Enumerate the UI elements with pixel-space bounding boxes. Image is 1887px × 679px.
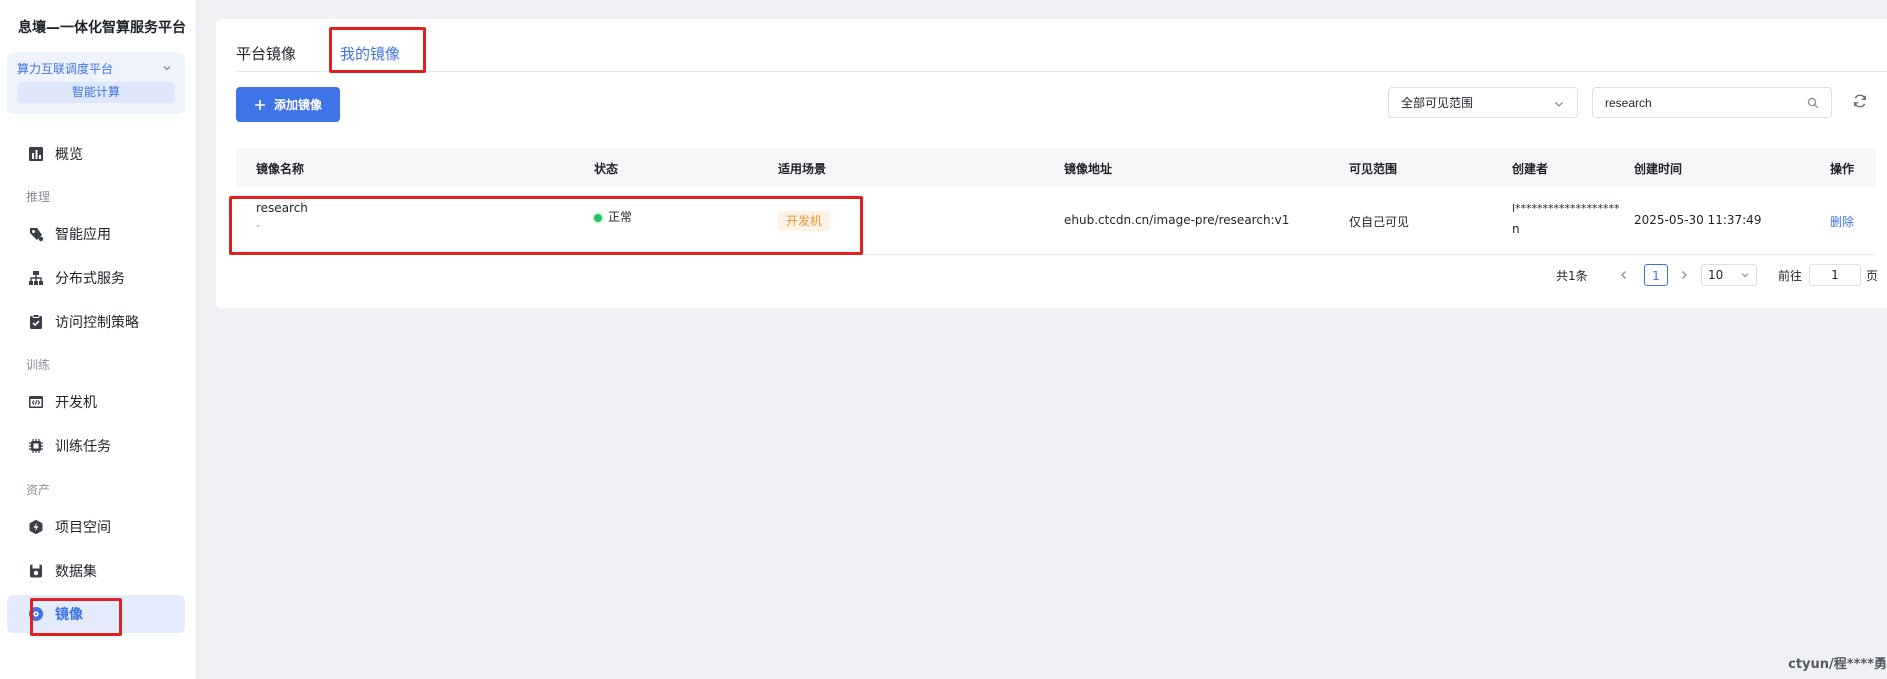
col-header-scene: 适用场景 [778, 162, 827, 176]
tab-divider [236, 71, 1887, 72]
scope-switcher[interactable]: 算力互联调度平台 智能计算 [7, 52, 185, 114]
col-header-creator: 创建者 [1512, 162, 1549, 176]
chevron-down-icon [1741, 273, 1749, 278]
watermark: ctyun/程****勇 [1788, 657, 1887, 672]
scope-label: 算力互联调度平台 [17, 62, 114, 76]
brand-title: 息壤—一体化智算服务平台 [18, 20, 186, 36]
sidebar-item-image[interactable]: 镜像 [7, 595, 185, 633]
plus-icon [254, 99, 265, 110]
visibility-value: 仅自己可见 [1349, 215, 1410, 229]
add-image-label: 添加镜像 [273, 98, 322, 112]
chevron-right-icon[interactable] [1678, 269, 1690, 281]
visibility-select-value: 全部可见范围 [1401, 96, 1474, 110]
page-number-current[interactable]: 1 [1644, 264, 1668, 286]
code-icon [28, 394, 44, 410]
status-dot-icon [594, 213, 602, 222]
dataset-icon [28, 563, 44, 579]
chevron-left-icon[interactable] [1618, 269, 1630, 281]
sidebar-item-label: 数据集 [55, 564, 97, 580]
chip-icon [28, 438, 44, 454]
page-size-select[interactable]: 10 [1701, 264, 1757, 286]
main-card: 平台镜像 我的镜像 添加镜像 全部可见范围 镜像名称 状态 适用场景 镜像地址 … [216, 19, 1887, 308]
image-icon [28, 606, 44, 622]
refresh-icon[interactable] [1852, 93, 1868, 109]
sidebar-item-distributed[interactable]: 分布式服务 [7, 259, 185, 297]
sidebar-item-label: 分布式服务 [55, 271, 125, 287]
col-header-status: 状态 [594, 162, 619, 176]
sidebar-item-project-space[interactable]: 项目空间 [7, 508, 185, 546]
col-header-address: 镜像地址 [1064, 162, 1113, 176]
sidebar-item-devbox[interactable]: 开发机 [7, 383, 185, 421]
search-box[interactable] [1592, 87, 1832, 118]
distributed-icon [28, 270, 44, 286]
scope-sub-option[interactable]: 智能计算 [18, 82, 174, 103]
created-time: 2025-05-30 11:37:49 [1634, 213, 1762, 227]
col-header-action: 操作 [1830, 162, 1855, 176]
pagination-total: 共1条 [1556, 269, 1588, 283]
status-text: 正常 [608, 210, 633, 224]
page-size-value: 10 [1708, 268, 1724, 282]
sidebar-item-label: 概览 [55, 147, 83, 163]
page-jump-input[interactable]: 1 [1809, 264, 1861, 286]
pagination-page-unit: 页 [1866, 269, 1879, 283]
nav-group-train: 训练 [26, 358, 51, 372]
image-desc: - [256, 219, 260, 232]
delete-link[interactable]: 删除 [1830, 213, 1854, 230]
sidebar-item-label: 镜像 [55, 607, 83, 623]
sidebar-item-dataset[interactable]: 数据集 [7, 552, 185, 590]
nav-group-infer: 推理 [26, 190, 51, 204]
sidebar-item-smart-app[interactable]: 智能应用 [7, 215, 185, 253]
bar-chart-icon [28, 146, 44, 162]
pagination-goto-label: 前往 [1778, 269, 1803, 283]
project-icon [28, 519, 44, 535]
sidebar-item-access-policy[interactable]: 访问控制策略 [7, 303, 185, 341]
sidebar: 息壤—一体化智算服务平台 算力互联调度平台 智能计算 概览 推理 智能应用 分布… [0, 0, 197, 679]
sidebar-item-overview[interactable]: 概览 [7, 135, 185, 173]
sidebar-item-label: 训练任务 [55, 439, 111, 455]
table-header: 镜像名称 状态 适用场景 镜像地址 可见范围 创建者 创建时间 操作 [236, 148, 1876, 187]
search-input[interactable] [1605, 94, 1795, 112]
sidebar-item-label: 智能应用 [55, 227, 111, 243]
image-address: ehub.ctcdn.cn/image-pre/research:v1 [1064, 213, 1290, 227]
col-header-created: 创建时间 [1634, 162, 1683, 176]
sidebar-item-training[interactable]: 训练任务 [7, 427, 185, 465]
search-icon[interactable] [1807, 97, 1819, 109]
tab-platform-images[interactable]: 平台镜像 [236, 43, 296, 64]
table-row[interactable]: research - 正常 开发机 ehub.ctcdn.cn/image-pr… [236, 187, 1876, 255]
sidebar-item-label: 开发机 [55, 395, 97, 411]
policy-icon [28, 314, 44, 330]
sidebar-item-label: 访问控制策略 [55, 315, 139, 331]
chevron-down-icon [1555, 102, 1563, 107]
scene-tag: 开发机 [778, 211, 831, 231]
tab-my-images[interactable]: 我的镜像 [340, 43, 400, 64]
visibility-select[interactable]: 全部可见范围 [1388, 87, 1578, 118]
col-header-name: 镜像名称 [256, 162, 305, 176]
smart-app-icon [28, 226, 44, 242]
status-cell: 正常 [594, 208, 632, 225]
sidebar-item-label: 项目空间 [55, 520, 111, 536]
col-header-visibility: 可见范围 [1349, 162, 1398, 176]
add-image-button[interactable]: 添加镜像 [236, 87, 340, 122]
chevron-down-icon[interactable] [161, 62, 173, 74]
creator-line-1: l******************* [1512, 202, 1620, 215]
tab-bar: 平台镜像 我的镜像 [216, 19, 1887, 72]
image-name: research [256, 201, 308, 215]
creator-line-2: n [1512, 222, 1520, 236]
nav-group-asset: 资产 [26, 483, 51, 497]
